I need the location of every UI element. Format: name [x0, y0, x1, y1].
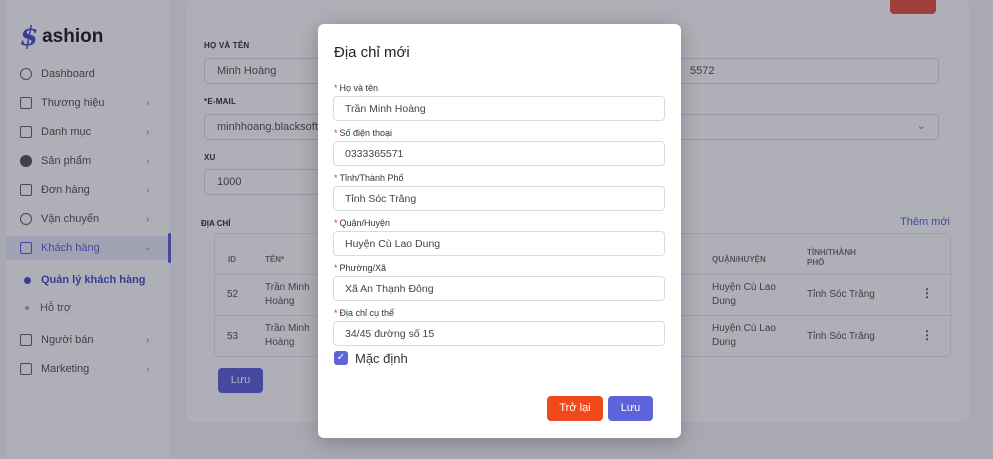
province-input[interactable]: Tỉnh Sóc Trăng: [333, 186, 665, 211]
label-text: Quận/Huyện: [339, 218, 391, 228]
label-text: Phường/Xã: [339, 263, 386, 273]
district-input[interactable]: Huyện Cù Lao Dung: [333, 231, 665, 256]
label-text: Địa chỉ cụ thể: [339, 308, 395, 318]
label-text: Tỉnh/Thành Phố: [339, 173, 404, 183]
province-label: * Tỉnh/Thành Phố: [334, 173, 404, 183]
ward-label: * Phường/Xã: [334, 263, 386, 273]
district-label: * Quận/Huyện: [334, 218, 390, 228]
required-marker: *: [334, 263, 338, 273]
full-name-input[interactable]: Trần Minh Hoàng: [333, 96, 665, 121]
full-name-label: * Họ và tên: [334, 83, 378, 93]
required-marker: *: [334, 83, 338, 93]
back-button[interactable]: Trở lại: [547, 396, 603, 421]
default-checkbox-label: Mặc định: [355, 351, 408, 366]
label-text: Số điện thoại: [339, 128, 393, 138]
modal-save-button[interactable]: Lưu: [608, 396, 653, 421]
phone-label: * Số điện thoại: [334, 128, 392, 138]
required-marker: *: [334, 308, 338, 318]
new-address-modal: Địa chỉ mới * Họ và tên Trần Minh Hoàng *…: [318, 24, 681, 438]
street-address-input[interactable]: 34/45 đường số 15: [333, 321, 665, 346]
label-text: Họ và tên: [339, 83, 379, 93]
required-marker: *: [334, 173, 338, 183]
required-marker: *: [334, 128, 338, 138]
default-checkbox[interactable]: ✓: [334, 351, 348, 365]
phone-input[interactable]: 0333365571: [333, 141, 665, 166]
required-marker: *: [334, 218, 338, 228]
street-address-label: * Địa chỉ cụ thể: [334, 308, 394, 318]
modal-title: Địa chỉ mới: [334, 44, 410, 61]
ward-input[interactable]: Xã An Thạnh Đông: [333, 276, 665, 301]
